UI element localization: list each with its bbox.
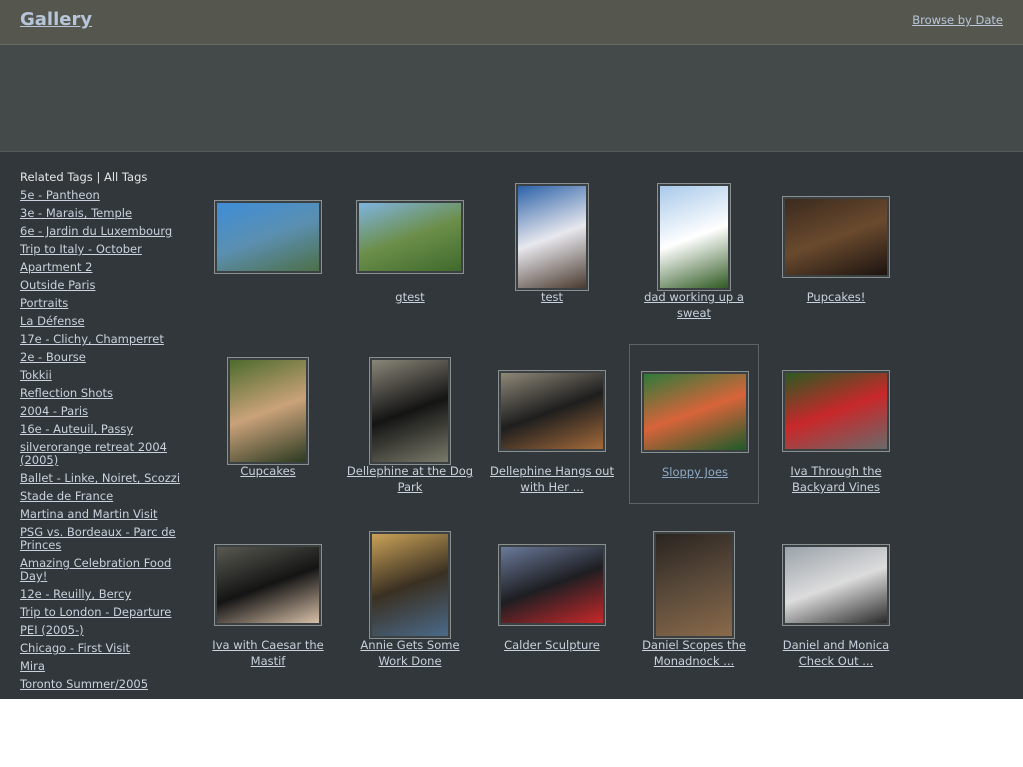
photo-thumbnail[interactable] — [782, 370, 890, 452]
photo-thumbnail[interactable] — [498, 544, 606, 626]
photo-image — [518, 186, 586, 288]
tag-link[interactable]: PSG vs. Bordeaux - Parc de Princes — [20, 526, 195, 552]
related-tags-label[interactable]: Related Tags — [20, 170, 93, 184]
photo-image — [501, 373, 603, 449]
photo-image — [217, 203, 319, 271]
tag-separator: | — [92, 170, 104, 184]
photo-image — [372, 360, 448, 462]
all-tags-link[interactable]: All Tags — [104, 170, 147, 184]
photo-caption-link[interactable]: Annie Gets Some Work Done — [345, 637, 475, 669]
photo-thumbnail[interactable] — [515, 183, 589, 291]
header-bar: Gallery Browse by Date — [0, 0, 1023, 45]
photo-card[interactable]: Iva Through the Backyard Vines — [771, 344, 901, 504]
main-content: Related Tags | All Tags 5e - Pantheon 3e … — [0, 152, 1023, 699]
photo-caption-link[interactable]: Dellephine at the Dog Park — [345, 463, 475, 495]
photo-card[interactable]: Cupcakes — [203, 344, 333, 504]
photo-image — [785, 373, 887, 449]
photo-thumbnail[interactable] — [214, 200, 322, 274]
photo-image — [660, 186, 728, 288]
photo-card[interactable]: Sloppy Joes — [629, 344, 759, 504]
photo-image — [359, 203, 461, 271]
photo-thumbnail[interactable] — [653, 531, 735, 639]
tag-link[interactable]: Ballet - Linke, Noiret, Scozzi — [20, 472, 195, 485]
banner-area — [0, 45, 1023, 152]
tag-link[interactable]: La Défense — [20, 315, 195, 328]
photo-card[interactable]: Pupcakes! — [771, 170, 901, 330]
photo-card[interactable] — [203, 170, 333, 330]
tag-link[interactable]: Mira — [20, 660, 195, 673]
photo-card[interactable]: gtest — [345, 170, 475, 330]
photo-card[interactable]: Daniel and Monica Check Out ... — [771, 518, 901, 678]
photo-caption-link[interactable]: gtest — [345, 289, 475, 305]
photo-card[interactable]: Dellephine at the Dog Park — [345, 344, 475, 504]
photo-card[interactable]: Daniel Scopes the Monadnock ... — [629, 518, 759, 678]
tag-link[interactable]: Toronto Summer/2005 — [20, 678, 195, 691]
photo-caption-link[interactable]: Calder Sculpture — [487, 637, 617, 653]
tag-link[interactable]: Tokkii — [20, 369, 195, 382]
photo-card[interactable]: dad working up a sweat — [629, 170, 759, 330]
tag-link[interactable]: 17e - Clichy, Champerret — [20, 333, 195, 346]
photo-card[interactable]: Annie Gets Some Work Done — [345, 518, 475, 678]
photo-caption-link[interactable]: Dellephine Hangs out with Her ... — [487, 463, 617, 495]
tag-link[interactable]: 16e - Auteuil, Passy — [20, 423, 195, 436]
photo-thumbnail[interactable] — [498, 370, 606, 452]
photo-caption-link[interactable]: Daniel and Monica Check Out ... — [771, 637, 901, 669]
tag-link[interactable]: 12e - Reuilly, Bercy — [20, 588, 195, 601]
photo-card[interactable]: test — [487, 170, 617, 330]
photo-caption-link[interactable]: Pupcakes! — [771, 289, 901, 305]
photo-card[interactable]: Iva with Caesar the Mastif — [203, 518, 333, 678]
tag-link[interactable]: 6e - Jardin du Luxembourg — [20, 225, 195, 238]
photo-thumbnail[interactable] — [657, 183, 731, 291]
photo-thumbnail[interactable] — [782, 544, 890, 626]
tag-link[interactable]: Portraits — [20, 297, 195, 310]
photo-thumbnail[interactable] — [356, 200, 464, 274]
photo-caption-link[interactable]: Iva with Caesar the Mastif — [203, 637, 333, 669]
tag-link[interactable]: 3e - Marais, Temple — [20, 207, 195, 220]
photo-caption-link[interactable]: Iva Through the Backyard Vines — [771, 463, 901, 495]
photo-caption-link[interactable]: dad working up a sweat — [629, 289, 759, 321]
tag-link[interactable]: 5e - Pantheon — [20, 189, 195, 202]
tag-link[interactable]: Chicago - First Visit — [20, 642, 195, 655]
photo-thumbnail[interactable] — [369, 531, 451, 639]
photo-image — [644, 374, 746, 450]
photo-image — [785, 547, 887, 623]
photo-caption-link[interactable]: Sloppy Joes — [630, 464, 760, 480]
photo-image — [230, 360, 306, 462]
browse-by-date-link[interactable]: Browse by Date — [912, 13, 1003, 27]
photo-card[interactable]: Calder Sculpture — [487, 518, 617, 678]
tag-link[interactable]: Stade de France — [20, 490, 195, 503]
photo-image — [785, 199, 887, 275]
photo-image — [217, 547, 319, 623]
photo-image — [372, 534, 448, 636]
gallery-title-link[interactable]: Gallery — [20, 9, 92, 30]
tag-link[interactable]: Apartment 2 — [20, 261, 195, 274]
tag-link[interactable]: Outside Paris — [20, 279, 195, 292]
photo-image — [501, 547, 603, 623]
tag-link[interactable]: Martina and Martin Visit — [20, 508, 195, 521]
tag-link[interactable]: 2e - Bourse — [20, 351, 195, 364]
photo-caption-link[interactable]: Daniel Scopes the Monadnock ... — [629, 637, 759, 669]
tag-link[interactable]: Trip to Italy - October — [20, 243, 195, 256]
photo-caption-link[interactable]: Cupcakes — [203, 463, 333, 479]
photo-thumbnail[interactable] — [214, 544, 322, 626]
photo-image — [656, 534, 732, 636]
tag-link[interactable]: Trip to London - Departure — [20, 606, 195, 619]
tag-link[interactable]: Amazing Celebration Food Day! — [20, 557, 195, 583]
tag-link[interactable]: Reflection Shots — [20, 387, 195, 400]
photo-thumbnail[interactable] — [641, 371, 749, 453]
tag-list: 5e - Pantheon 3e - Marais, Temple 6e - Jar… — [20, 189, 195, 691]
photo-caption-link[interactable]: test — [487, 289, 617, 305]
photo-thumbnail[interactable] — [782, 196, 890, 278]
tag-link[interactable]: silverorange retreat 2004 (2005) — [20, 441, 195, 467]
tag-sidebar: Related Tags | All Tags 5e - Pantheon 3e … — [20, 170, 195, 696]
photo-thumbnail[interactable] — [369, 357, 451, 465]
tag-link[interactable]: 2004 - Paris — [20, 405, 195, 418]
tag-header: Related Tags | All Tags — [20, 170, 195, 184]
photo-thumbnail[interactable] — [227, 357, 309, 465]
photo-card[interactable]: Dellephine Hangs out with Her ... — [487, 344, 617, 504]
tag-link[interactable]: PEI (2005-) — [20, 624, 195, 637]
